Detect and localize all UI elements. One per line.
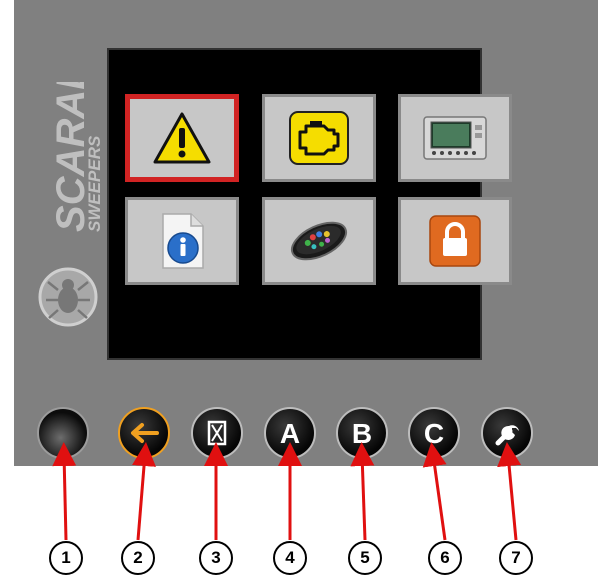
callout-2: 2 — [121, 541, 155, 575]
callout-arrows — [52, 442, 522, 541]
callout-5: 5 — [348, 541, 382, 575]
callout-4: 4 — [273, 541, 307, 575]
callout-1: 1 — [49, 541, 83, 575]
callout-3: 3 — [199, 541, 233, 575]
callout-6: 6 — [428, 541, 462, 575]
callout-7: 7 — [499, 541, 533, 575]
